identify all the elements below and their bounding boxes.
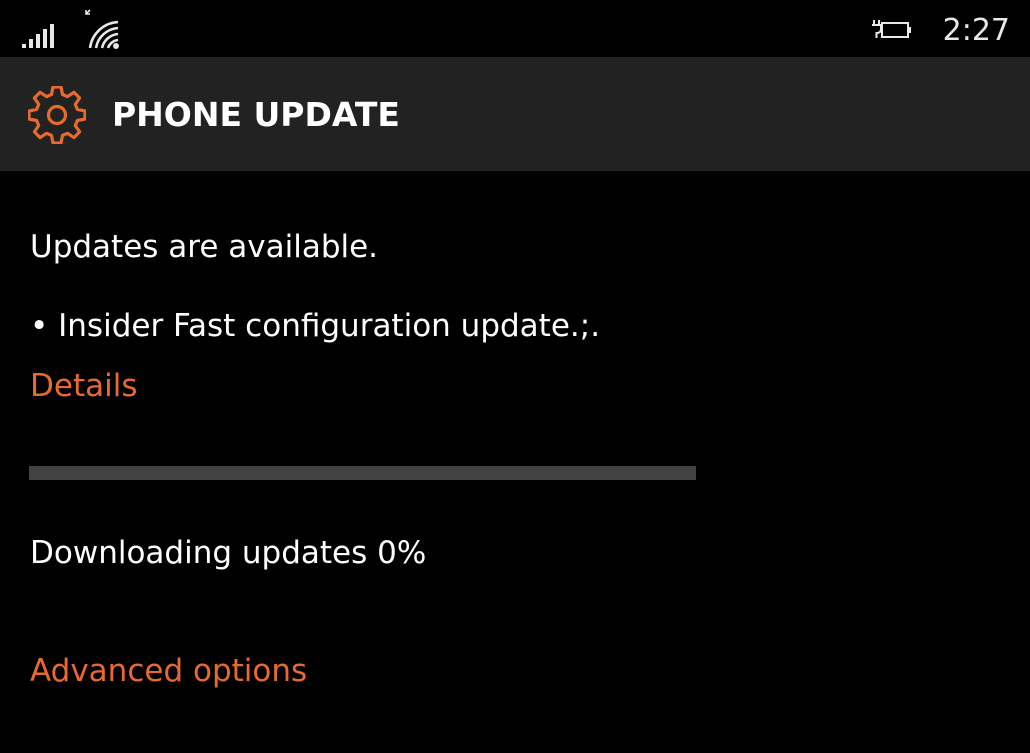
title-bar: PHONE UPDATE	[0, 57, 1030, 171]
gear-icon	[27, 85, 87, 148]
download-status-text: Downloading updates 0%	[30, 535, 427, 571]
signal-strength-icon	[22, 24, 56, 52]
update-list-item: • Insider Fast configuration update.;.	[30, 308, 601, 344]
download-progress-bar	[29, 466, 696, 480]
advanced-options-link[interactable]: Advanced options	[30, 651, 307, 691]
battery-charging-icon	[870, 18, 912, 46]
wifi-icon	[84, 8, 124, 56]
update-status-message: Updates are available.	[30, 229, 379, 265]
status-bar: 2:27	[0, 0, 1030, 57]
status-clock: 2:27	[942, 13, 1010, 48]
details-link[interactable]: Details	[30, 366, 137, 406]
page-title: PHONE UPDATE	[112, 95, 400, 134]
